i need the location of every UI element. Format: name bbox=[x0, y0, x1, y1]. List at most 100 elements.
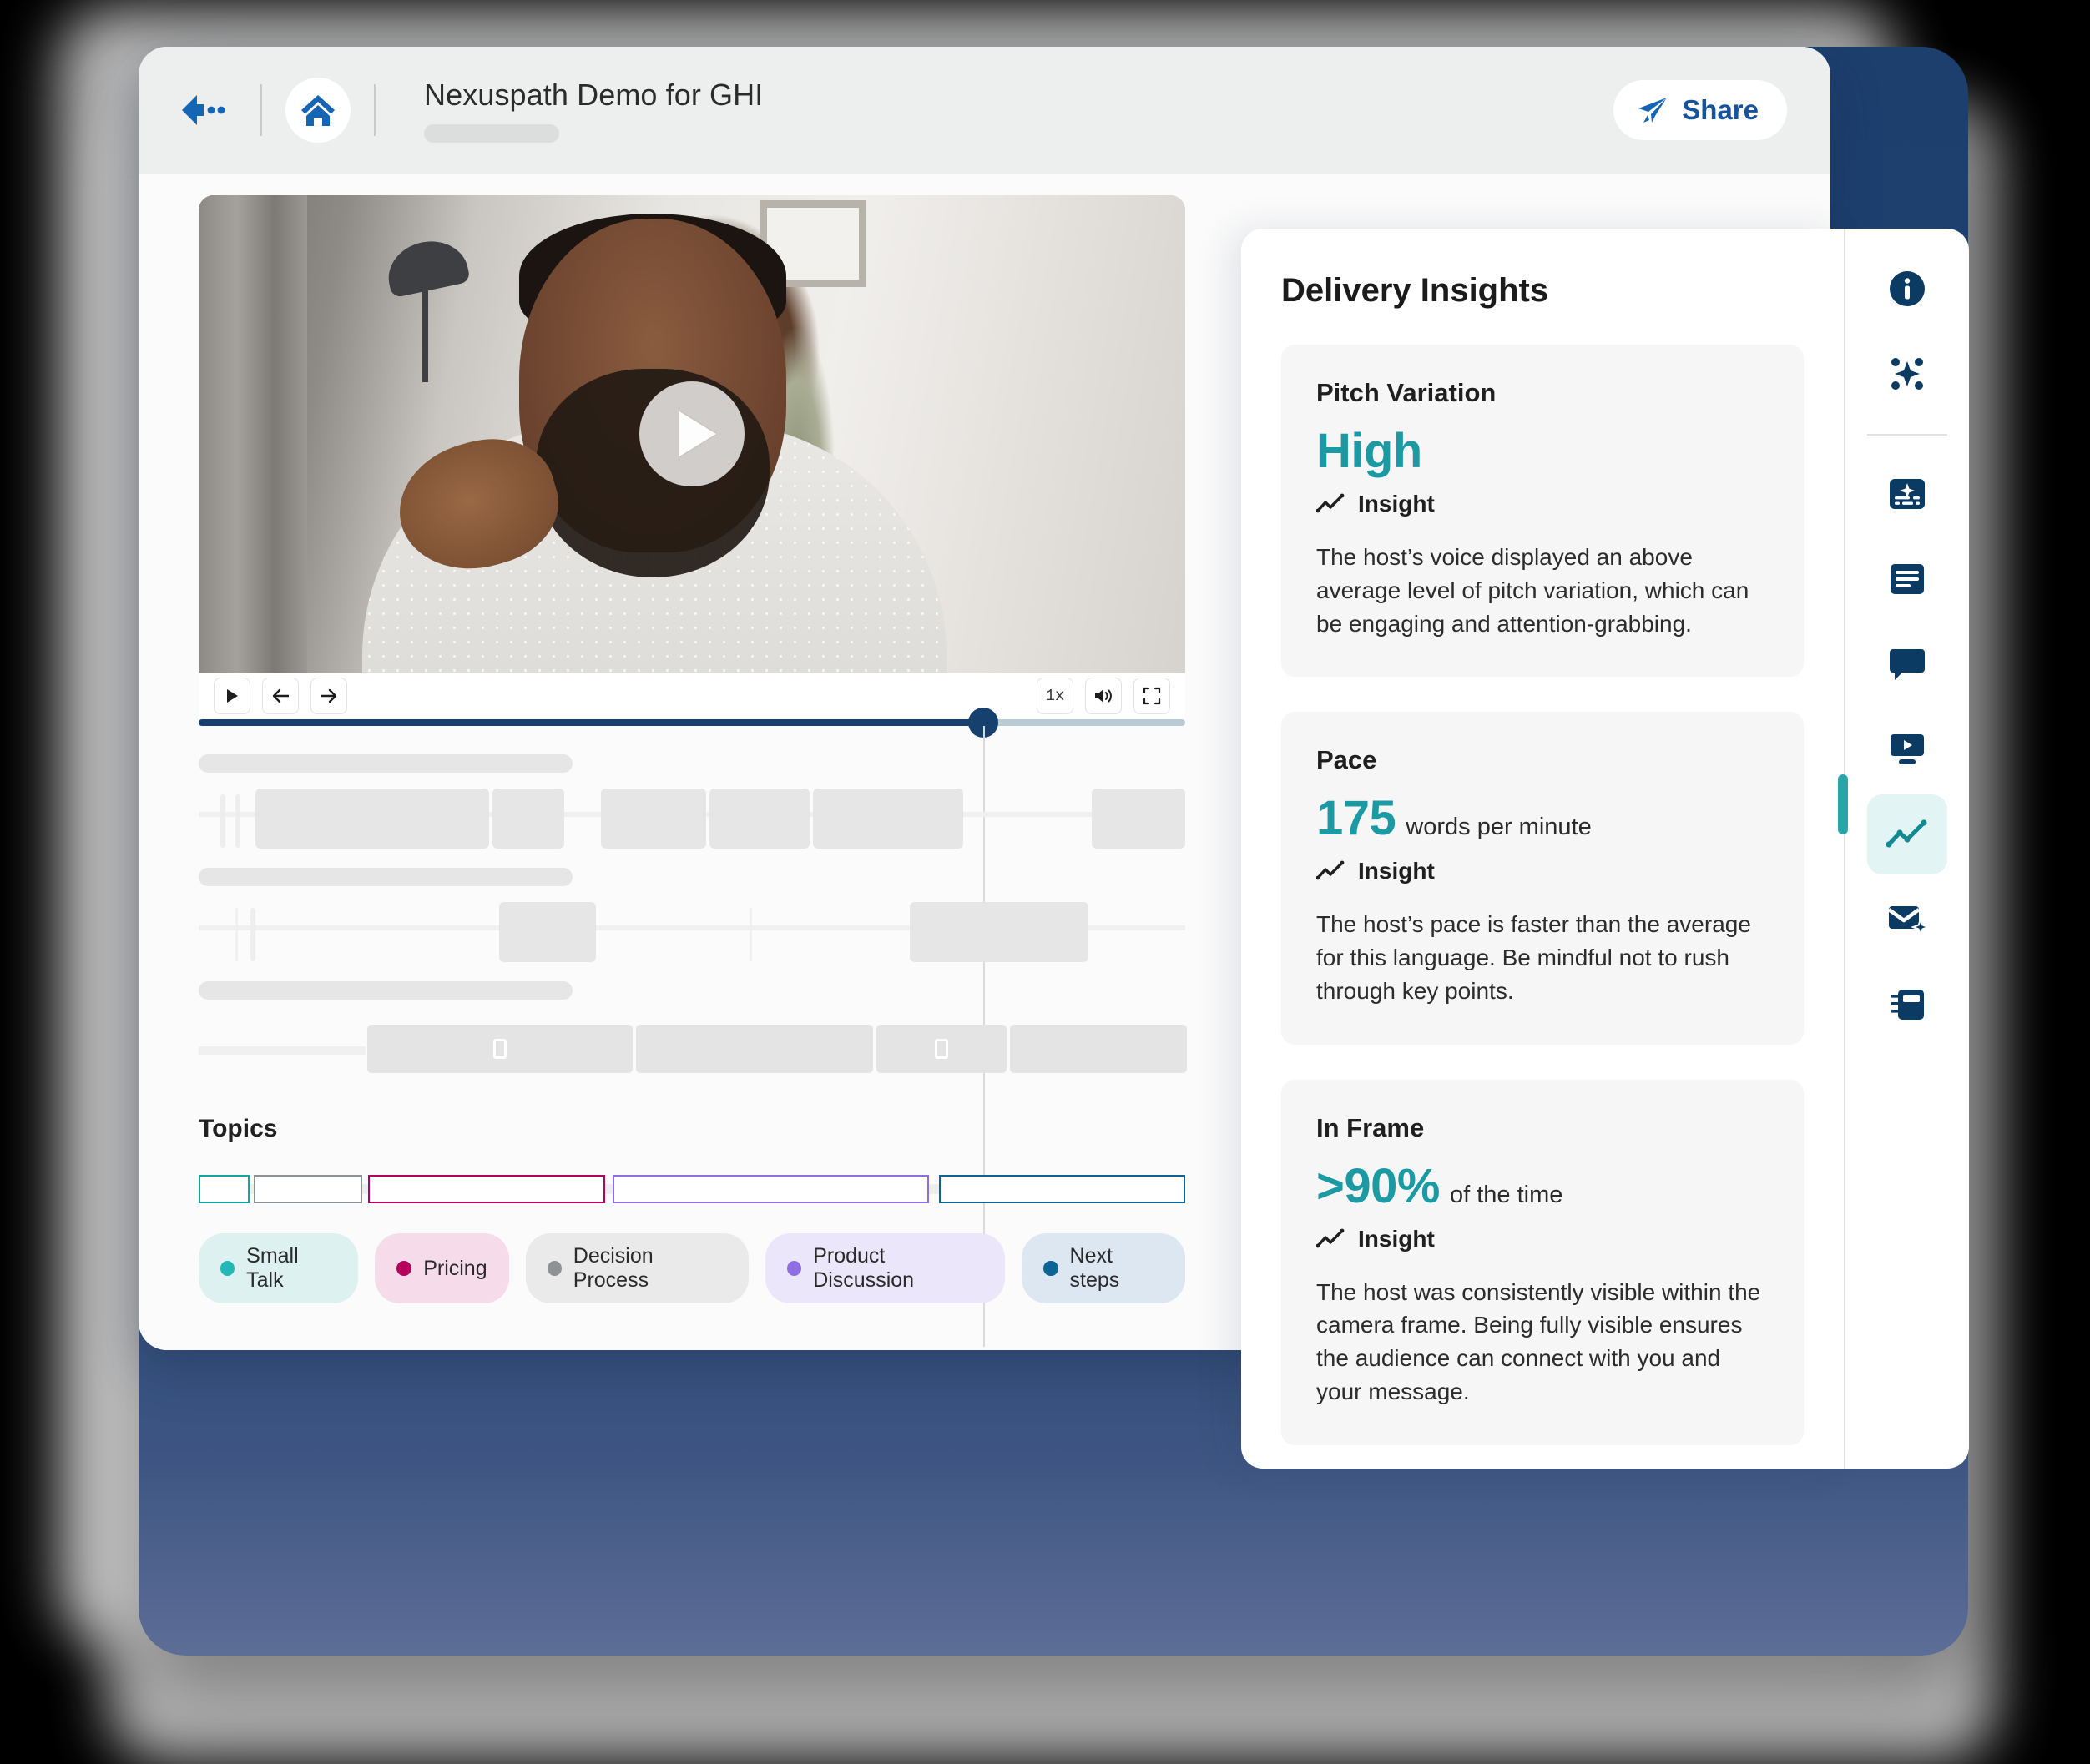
volume-icon bbox=[1095, 689, 1112, 703]
timeline-segment-row[interactable] bbox=[199, 1025, 1187, 1076]
topic-segment-2[interactable] bbox=[368, 1175, 605, 1203]
right-icon-rail bbox=[1838, 229, 1969, 1469]
active-tab-marker bbox=[1838, 774, 1848, 834]
topic-legend-label: Small Talk bbox=[246, 1244, 299, 1292]
topic-segment-4[interactable] bbox=[938, 1175, 1185, 1203]
document-lines-icon bbox=[1891, 564, 1924, 594]
topics-legend: Small Talk Pricing Decision Process Product… bbox=[199, 1233, 1185, 1303]
insight-card-body: The host was consistently visible within… bbox=[1316, 1278, 1761, 1404]
topic-segment-1[interactable] bbox=[254, 1175, 363, 1203]
insight-badge: Insight bbox=[1316, 491, 1769, 517]
ai-summary-icon bbox=[1890, 479, 1925, 509]
timeline-segment[interactable] bbox=[1010, 1025, 1187, 1073]
rail-ai-summary[interactable] bbox=[1867, 454, 1947, 534]
topics-bar[interactable] bbox=[199, 1175, 1185, 1203]
page-title: Nexuspath Demo for GHI bbox=[424, 78, 764, 112]
envelope-sparkle-icon bbox=[1887, 906, 1928, 937]
insight-metric-row: 175 words per minute bbox=[1316, 790, 1769, 846]
topic-legend-chip[interactable]: Small Talk bbox=[199, 1233, 359, 1303]
topic-color-dot bbox=[396, 1261, 412, 1276]
title-subtext-placeholder bbox=[424, 124, 559, 143]
track-block bbox=[910, 902, 1088, 962]
video-player[interactable] bbox=[199, 195, 1185, 673]
paper-plane-icon bbox=[1638, 98, 1668, 123]
rail-notes[interactable] bbox=[1867, 965, 1947, 1045]
topic-legend-chip[interactable]: Next steps bbox=[1022, 1233, 1185, 1303]
insight-metric-value: >90% bbox=[1316, 1158, 1440, 1213]
playback-speed-button[interactable]: 1x bbox=[1037, 678, 1073, 714]
track-block bbox=[255, 789, 489, 849]
sparkle-icon bbox=[1891, 358, 1923, 390]
topics-heading: Topics bbox=[199, 1115, 278, 1142]
insight-cards-list: Pitch Variation High Insight The host’s vo… bbox=[1281, 345, 1804, 1445]
share-button-label: Share bbox=[1682, 94, 1759, 125]
title-block: Nexuspath Demo for GHI bbox=[424, 78, 763, 143]
topic-legend-chip[interactable]: Decision Process bbox=[525, 1233, 750, 1303]
notebook-icon bbox=[1891, 990, 1924, 1020]
info-circle-icon bbox=[1890, 271, 1925, 306]
timeline-tracks: Topics Small Talk Pricing Decision Process… bbox=[199, 754, 1187, 1303]
rail-insights[interactable] bbox=[1867, 794, 1947, 874]
insight-card-title: Pitch Variation bbox=[1316, 378, 1497, 407]
insight-metric-unit: of the time bbox=[1449, 1181, 1563, 1208]
home-icon bbox=[301, 95, 335, 126]
track-block bbox=[499, 902, 596, 962]
rail-transcript[interactable] bbox=[1867, 539, 1947, 619]
insight-metric-unit: words per minute bbox=[1406, 814, 1592, 841]
insight-card-body: The host’s voice displayed an above aver… bbox=[1316, 544, 1749, 637]
video-scrubber[interactable] bbox=[199, 708, 1185, 1347]
trend-line-icon bbox=[1886, 819, 1927, 848]
play-overlay-button[interactable] bbox=[639, 381, 745, 486]
play-icon bbox=[679, 411, 716, 456]
insight-card-body: The host’s pace is faster than the avera… bbox=[1316, 911, 1751, 1004]
timeline-segment[interactable] bbox=[367, 1025, 633, 1073]
video-frame-lamp-stem bbox=[422, 282, 428, 382]
topic-segment-0[interactable] bbox=[199, 1175, 250, 1203]
timeline-track-row[interactable] bbox=[199, 789, 1185, 849]
home-button[interactable] bbox=[285, 78, 351, 143]
topic-legend-label: Pricing bbox=[423, 1256, 487, 1280]
playback-speed-label: 1x bbox=[1045, 687, 1065, 705]
insight-badge: Insight bbox=[1316, 858, 1769, 885]
video-and-timeline-column: 1x Topics Small Talk Pricing Decision Pr… bbox=[199, 195, 1187, 1347]
rail-email[interactable] bbox=[1867, 879, 1947, 960]
topic-color-dot bbox=[1043, 1261, 1058, 1276]
play-button[interactable] bbox=[214, 678, 250, 714]
rail-comments[interactable] bbox=[1867, 624, 1947, 704]
back-button[interactable] bbox=[167, 75, 237, 145]
insight-metric-value: 175 bbox=[1316, 791, 1396, 846]
track-block bbox=[813, 789, 963, 849]
share-button[interactable]: Share bbox=[1613, 80, 1787, 140]
insight-badge-label: Insight bbox=[1358, 491, 1435, 517]
track-tick bbox=[250, 908, 255, 961]
rail-clips[interactable] bbox=[1867, 709, 1947, 789]
rail-ai-sparkle[interactable] bbox=[1867, 334, 1947, 414]
insight-card: Pace 175 words per minute Insight The host’… bbox=[1281, 712, 1804, 1045]
timeline-track-row[interactable] bbox=[199, 902, 1185, 962]
timeline-segment[interactable] bbox=[636, 1025, 873, 1073]
topic-legend-chip[interactable]: Pricing bbox=[375, 1233, 509, 1303]
fullscreen-button[interactable] bbox=[1133, 678, 1170, 714]
app-top-bar: Nexuspath Demo for GHI Share bbox=[139, 47, 1830, 174]
comment-bubble-icon bbox=[1890, 649, 1925, 680]
topic-legend-label: Product Discussion bbox=[813, 1244, 915, 1292]
track-block bbox=[492, 789, 564, 849]
topic-legend-chip[interactable]: Product Discussion bbox=[765, 1233, 1006, 1303]
insight-metric-row: High bbox=[1316, 423, 1769, 479]
arrow-left-icon bbox=[272, 688, 289, 703]
step-forward-button[interactable] bbox=[310, 678, 347, 714]
track-block bbox=[1092, 789, 1185, 849]
timeline-segment[interactable] bbox=[876, 1025, 1007, 1073]
step-back-button[interactable] bbox=[262, 678, 299, 714]
trend-line-icon bbox=[1316, 1228, 1345, 1247]
rail-info[interactable] bbox=[1867, 249, 1947, 329]
volume-button[interactable] bbox=[1085, 678, 1122, 714]
topic-segment-3[interactable] bbox=[613, 1175, 929, 1203]
segment-rail bbox=[199, 1046, 366, 1055]
screenshot-stage: Nexuspath Demo for GHI Share 1x Topics S… bbox=[0, 0, 2090, 1764]
track-block bbox=[709, 789, 810, 849]
insight-badge-label: Insight bbox=[1358, 858, 1435, 885]
track-label-placeholder bbox=[199, 868, 573, 886]
insight-card: Pitch Variation High Insight The host’s vo… bbox=[1281, 345, 1804, 678]
track-tick bbox=[235, 794, 240, 848]
